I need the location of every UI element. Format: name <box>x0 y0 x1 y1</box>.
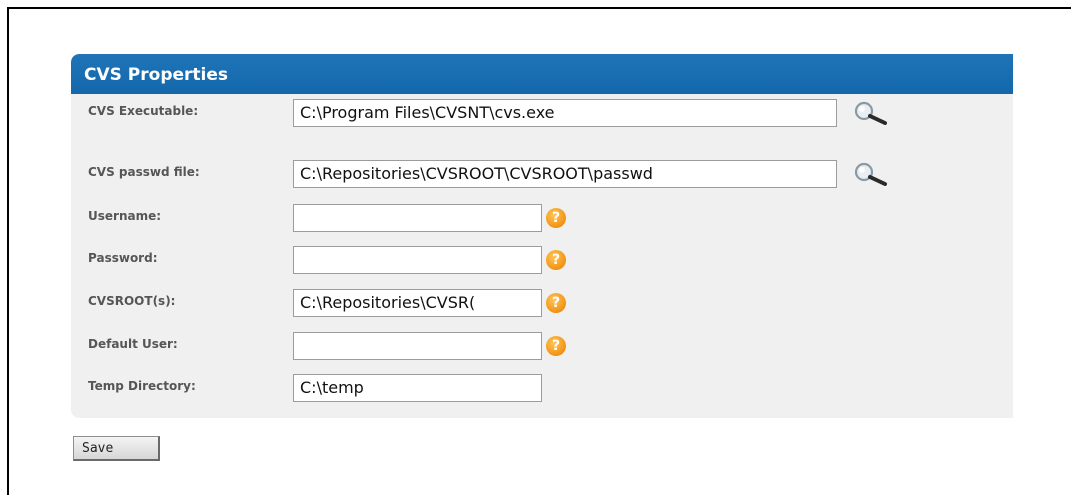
field-row-username: Username: ? <box>71 200 1013 234</box>
field-row-cvsroots: CVSROOT(s): C:\Repositories\CVSR( ? <box>71 285 1013 319</box>
username-input[interactable] <box>293 204 542 232</box>
field-row-temp-directory: Temp Directory: C:\temp <box>71 370 1013 404</box>
temp-directory-input[interactable]: C:\temp <box>293 374 542 402</box>
help-icon[interactable]: ? <box>546 250 566 270</box>
search-icon[interactable] <box>851 101 891 125</box>
cvs-properties-panel: CVS Properties CVS Executable: C:\Progra… <box>71 54 1013 418</box>
cvs-executable-label: CVS Executable: <box>88 104 199 118</box>
default-user-label: Default User: <box>88 337 178 351</box>
save-button[interactable]: Save <box>73 436 160 461</box>
search-icon[interactable] <box>851 162 891 186</box>
field-row-cvs-passwd-file: CVS passwd file: C:\Repositories\CVSROOT… <box>71 156 1013 190</box>
cvs-passwd-file-label: CVS passwd file: <box>88 165 200 179</box>
cvs-executable-input[interactable]: C:\Program Files\CVSNT\cvs.exe <box>293 99 837 127</box>
help-icon[interactable]: ? <box>546 336 566 356</box>
username-label: Username: <box>88 209 162 223</box>
default-user-input[interactable] <box>293 332 542 360</box>
temp-directory-label: Temp Directory: <box>88 379 196 393</box>
cvsroots-label: CVSROOT(s): <box>88 294 176 308</box>
field-row-default-user: Default User: ? <box>71 328 1013 362</box>
cvs-passwd-file-input[interactable]: C:\Repositories\CVSROOT\CVSROOT\passwd <box>293 160 837 188</box>
password-input[interactable] <box>293 246 542 274</box>
panel-title: CVS Properties <box>71 54 1013 94</box>
help-icon[interactable]: ? <box>546 208 566 228</box>
field-row-password: Password: ? <box>71 242 1013 276</box>
password-label: Password: <box>88 251 158 265</box>
help-icon[interactable]: ? <box>546 293 566 313</box>
field-row-cvs-executable: CVS Executable: C:\Program Files\CVSNT\c… <box>71 95 1013 129</box>
cvsroots-input[interactable]: C:\Repositories\CVSR( <box>293 289 542 317</box>
